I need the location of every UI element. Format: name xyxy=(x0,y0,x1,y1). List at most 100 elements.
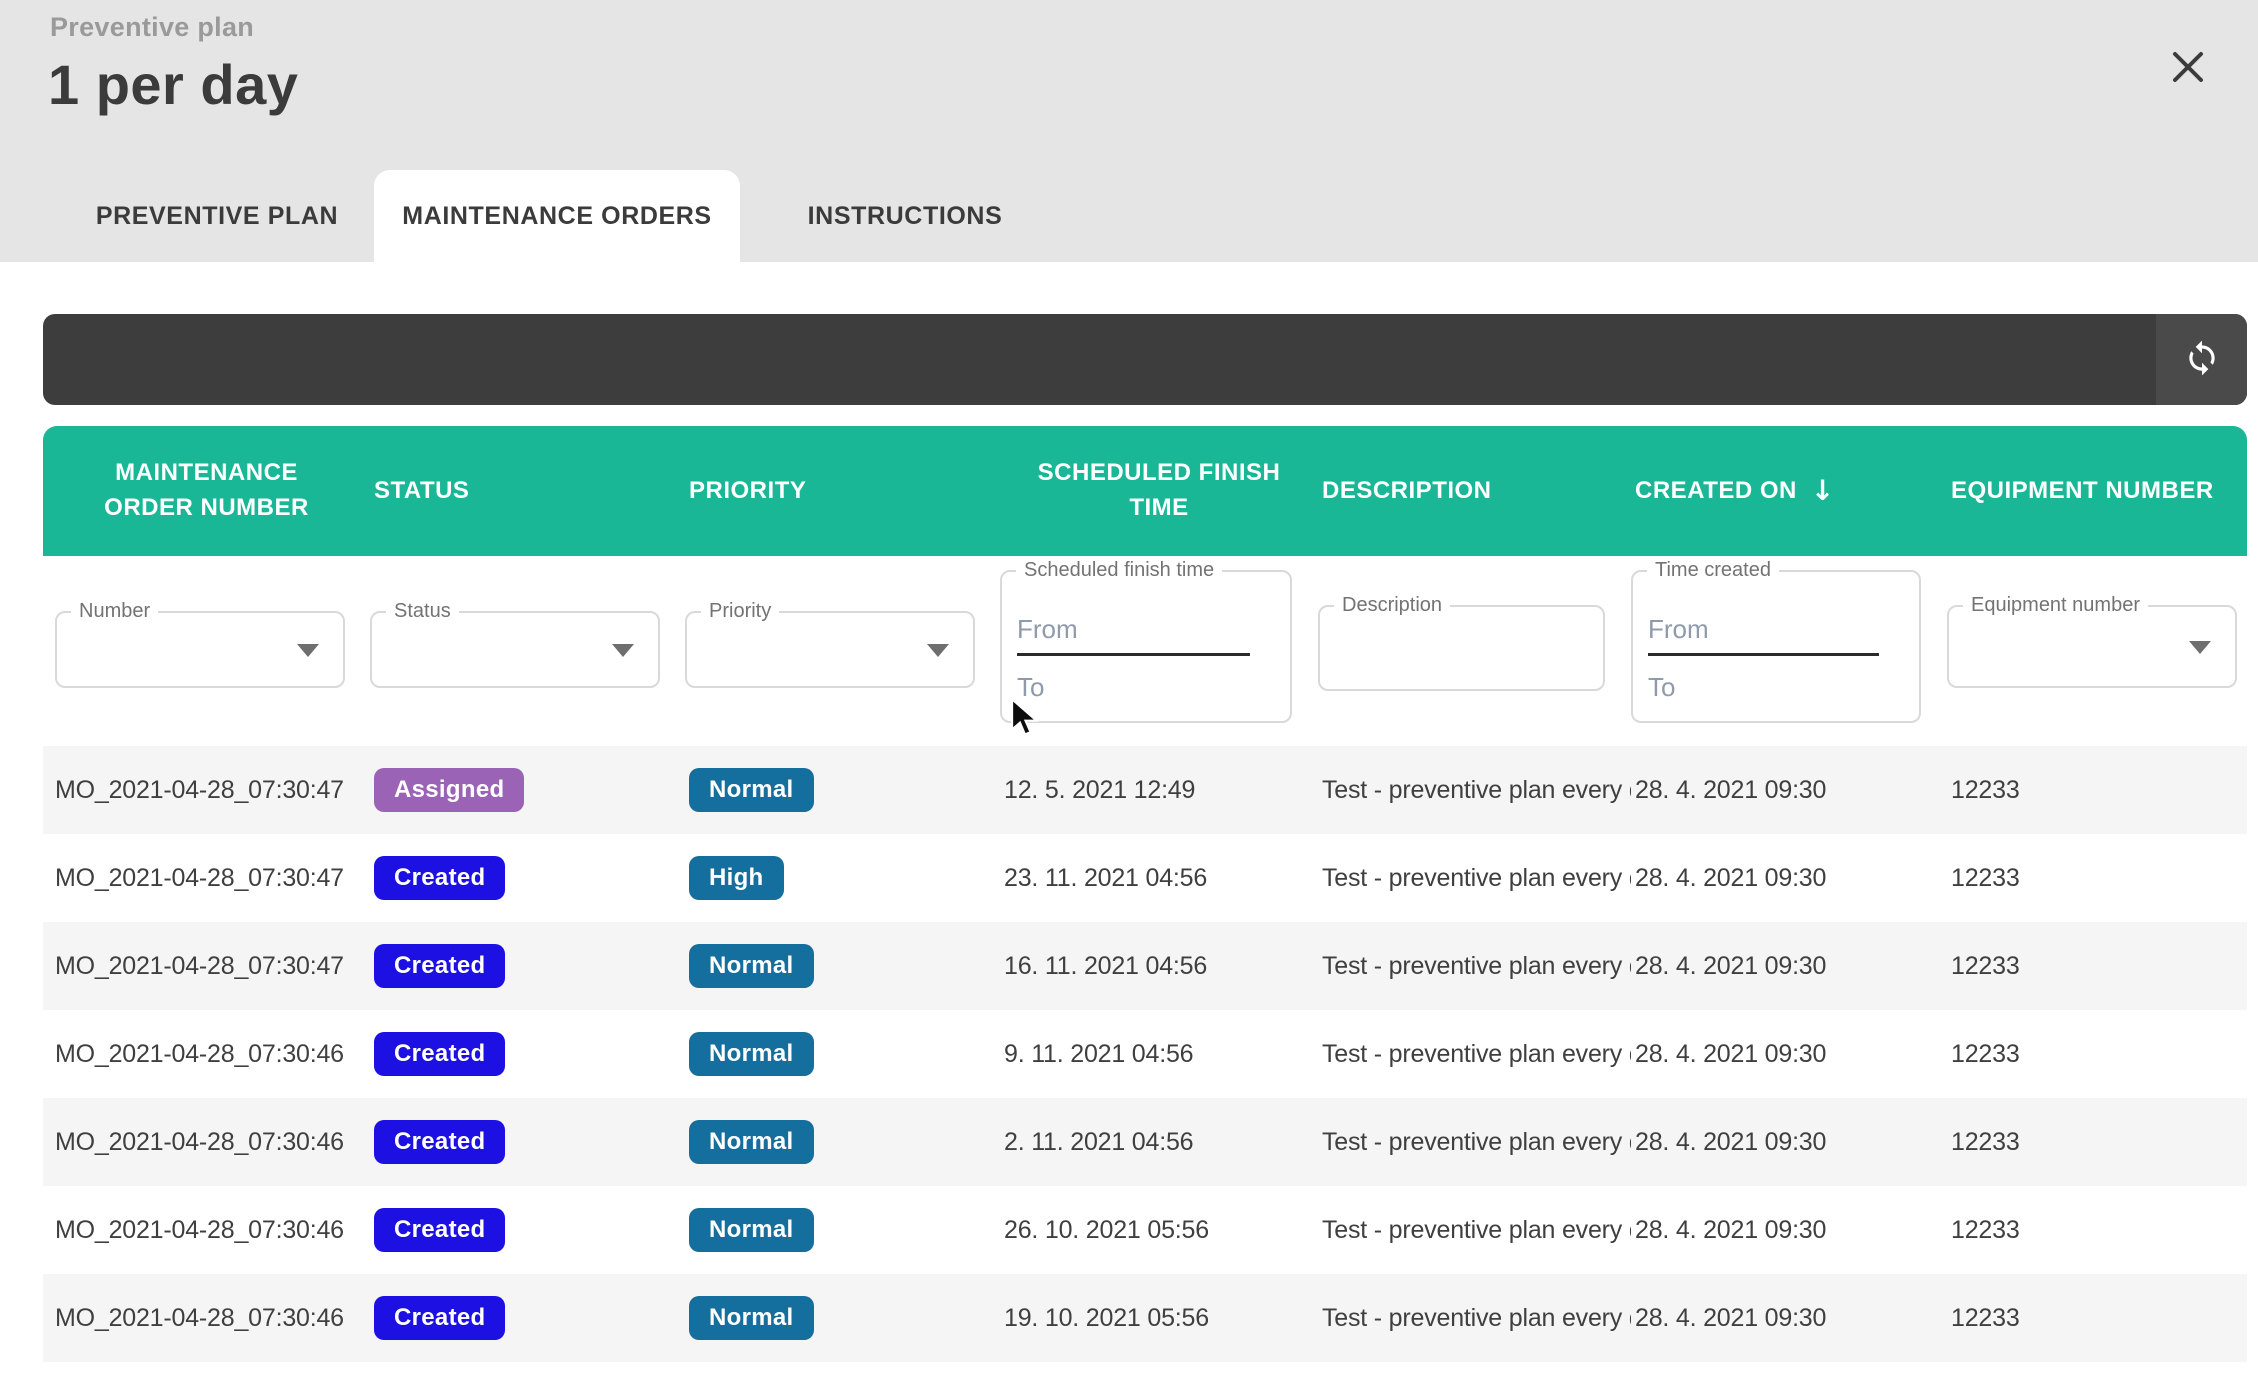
status-badge: Created xyxy=(374,1032,505,1076)
cell-priority: High xyxy=(685,856,1000,900)
refresh-sync-icon xyxy=(2183,339,2221,380)
page-title: 1 per day xyxy=(48,52,298,117)
column-header-description[interactable]: DESCRIPTION xyxy=(1318,426,1631,556)
cell-equipment-number: 12233 xyxy=(1947,776,2247,805)
column-header-created-on[interactable]: CREATED ON ↓ xyxy=(1631,426,1947,556)
cell-equipment-number: 12233 xyxy=(1947,864,2247,893)
cell-description: Test - preventive plan every d... xyxy=(1318,864,1631,893)
priority-badge: Normal xyxy=(689,1120,814,1164)
dropdown-arrow-icon[interactable] xyxy=(612,644,634,657)
cell-created-on: 28. 4. 2021 09:30 xyxy=(1631,1304,1947,1333)
cell-order-number: MO_2021-04-28_07:30:47 xyxy=(43,776,370,805)
status-badge: Created xyxy=(374,856,505,900)
cell-status: Created xyxy=(370,1032,685,1076)
priority-badge: Normal xyxy=(689,944,814,988)
status-badge: Created xyxy=(374,1120,505,1164)
table-row[interactable]: MO_2021-04-28_07:30:47 Created High 23. … xyxy=(43,834,2247,922)
cell-created-on: 28. 4. 2021 09:30 xyxy=(1631,1128,1947,1157)
column-header-equipment-number[interactable]: EQUIPMENT NUMBER xyxy=(1947,426,2247,556)
refresh-button[interactable] xyxy=(2156,314,2247,405)
table-row[interactable]: MO_2021-04-28_07:30:46 Created Normal 26… xyxy=(43,1186,2247,1274)
cell-description: Test - preventive plan every d... xyxy=(1318,1128,1631,1157)
cell-status: Created xyxy=(370,1208,685,1252)
table-row[interactable]: MO_2021-04-28_07:30:46 Created Normal 19… xyxy=(43,1274,2247,1362)
table-header-row: MAINTENANCE ORDER NUMBER STATUS PRIORITY… xyxy=(43,426,2247,556)
tab-preventive-plan[interactable]: PREVENTIVE PLAN xyxy=(60,170,374,262)
status-badge: Created xyxy=(374,944,505,988)
filter-scheduled-finish-time[interactable]: Scheduled finish time From To xyxy=(1000,570,1292,723)
cell-priority: Normal xyxy=(685,1208,1000,1252)
time-created-from-input[interactable]: From xyxy=(1648,614,1879,656)
status-badge: Assigned xyxy=(374,768,524,812)
filter-number-select[interactable]: Number xyxy=(55,611,345,688)
priority-badge: Normal xyxy=(689,768,814,812)
priority-badge: Normal xyxy=(689,1032,814,1076)
filter-number-label: Number xyxy=(71,600,158,623)
tab-instructions[interactable]: INSTRUCTIONS xyxy=(740,170,1070,262)
filter-scheduled-label: Scheduled finish time xyxy=(1016,559,1222,582)
cell-created-on: 28. 4. 2021 09:30 xyxy=(1631,1216,1947,1245)
cell-scheduled-finish: 9. 11. 2021 04:56 xyxy=(1000,1040,1318,1069)
tab-maintenance-orders[interactable]: MAINTENANCE ORDERS xyxy=(374,170,740,262)
cell-scheduled-finish: 12. 5. 2021 12:49 xyxy=(1000,776,1318,805)
cell-status: Created xyxy=(370,944,685,988)
cell-created-on: 28. 4. 2021 09:30 xyxy=(1631,776,1947,805)
status-badge: Created xyxy=(374,1296,505,1340)
cell-description: Test - preventive plan every d... xyxy=(1318,1304,1631,1333)
created-on-label: CREATED ON xyxy=(1635,474,1797,509)
cell-created-on: 28. 4. 2021 09:30 xyxy=(1631,864,1947,893)
cell-equipment-number: 12233 xyxy=(1947,1128,2247,1157)
scheduled-from-input[interactable]: From xyxy=(1017,614,1250,656)
cell-order-number: MO_2021-04-28_07:30:46 xyxy=(43,1304,370,1333)
table-body: MO_2021-04-28_07:30:47 Assigned Normal 1… xyxy=(43,746,2247,1362)
cell-order-number: MO_2021-04-28_07:30:46 xyxy=(43,1128,370,1157)
column-header-status[interactable]: STATUS xyxy=(370,426,685,556)
filter-status-label: Status xyxy=(386,600,459,623)
close-button[interactable] xyxy=(2162,42,2214,94)
filter-description-input[interactable]: Description xyxy=(1318,605,1605,691)
filter-description-label: Description xyxy=(1334,594,1450,617)
cell-status: Assigned xyxy=(370,768,685,812)
cell-equipment-number: 12233 xyxy=(1947,1216,2247,1245)
cell-priority: Normal xyxy=(685,944,1000,988)
time-created-to-input[interactable]: To xyxy=(1648,672,1675,703)
table-row[interactable]: MO_2021-04-28_07:30:46 Created Normal 2.… xyxy=(43,1098,2247,1186)
filter-time-created-label: Time created xyxy=(1647,559,1779,582)
cell-scheduled-finish: 16. 11. 2021 04:56 xyxy=(1000,952,1318,981)
table-row[interactable]: MO_2021-04-28_07:30:46 Created Normal 9.… xyxy=(43,1010,2247,1098)
dropdown-arrow-icon[interactable] xyxy=(297,644,319,657)
filter-priority-select[interactable]: Priority xyxy=(685,611,975,688)
cell-created-on: 28. 4. 2021 09:30 xyxy=(1631,1040,1947,1069)
modal-header: Preventive plan 1 per day PREVENTIVE PLA… xyxy=(0,0,2258,262)
cell-status: Created xyxy=(370,1296,685,1340)
cell-scheduled-finish: 26. 10. 2021 05:56 xyxy=(1000,1216,1318,1245)
scheduled-to-input[interactable]: To xyxy=(1017,672,1044,703)
cell-priority: Normal xyxy=(685,768,1000,812)
cell-status: Created xyxy=(370,856,685,900)
column-header-order-number[interactable]: MAINTENANCE ORDER NUMBER xyxy=(43,426,370,556)
cell-order-number: MO_2021-04-28_07:30:47 xyxy=(43,864,370,893)
column-header-priority[interactable]: PRIORITY xyxy=(685,426,1000,556)
table-row[interactable]: MO_2021-04-28_07:30:47 Assigned Normal 1… xyxy=(43,746,2247,834)
priority-badge: Normal xyxy=(689,1208,814,1252)
tab-bar: PREVENTIVE PLAN MAINTENANCE ORDERS INSTR… xyxy=(60,170,1070,262)
status-badge: Created xyxy=(374,1208,505,1252)
cell-description: Test - preventive plan every d... xyxy=(1318,1040,1631,1069)
filter-status-select[interactable]: Status xyxy=(370,611,660,688)
cell-scheduled-finish: 19. 10. 2021 05:56 xyxy=(1000,1304,1318,1333)
sort-desc-icon[interactable]: ↓ xyxy=(1811,471,1835,512)
plan-type-label: Preventive plan xyxy=(50,12,254,43)
table-toolbar xyxy=(43,314,2247,405)
column-header-scheduled-finish[interactable]: SCHEDULED FINISH TIME xyxy=(1000,426,1318,556)
table-row[interactable]: MO_2021-04-28_07:30:47 Created Normal 16… xyxy=(43,922,2247,1010)
cell-priority: Normal xyxy=(685,1032,1000,1076)
cell-scheduled-finish: 2. 11. 2021 04:56 xyxy=(1000,1128,1318,1157)
cell-description: Test - preventive plan every d... xyxy=(1318,952,1631,981)
dropdown-arrow-icon[interactable] xyxy=(927,644,949,657)
cell-status: Created xyxy=(370,1120,685,1164)
filter-equipment-number-select[interactable]: Equipment number xyxy=(1947,605,2237,688)
filter-priority-label: Priority xyxy=(701,600,779,623)
filter-time-created[interactable]: Time created From To xyxy=(1631,570,1921,723)
dropdown-arrow-icon[interactable] xyxy=(2189,641,2211,654)
priority-badge: High xyxy=(689,856,784,900)
